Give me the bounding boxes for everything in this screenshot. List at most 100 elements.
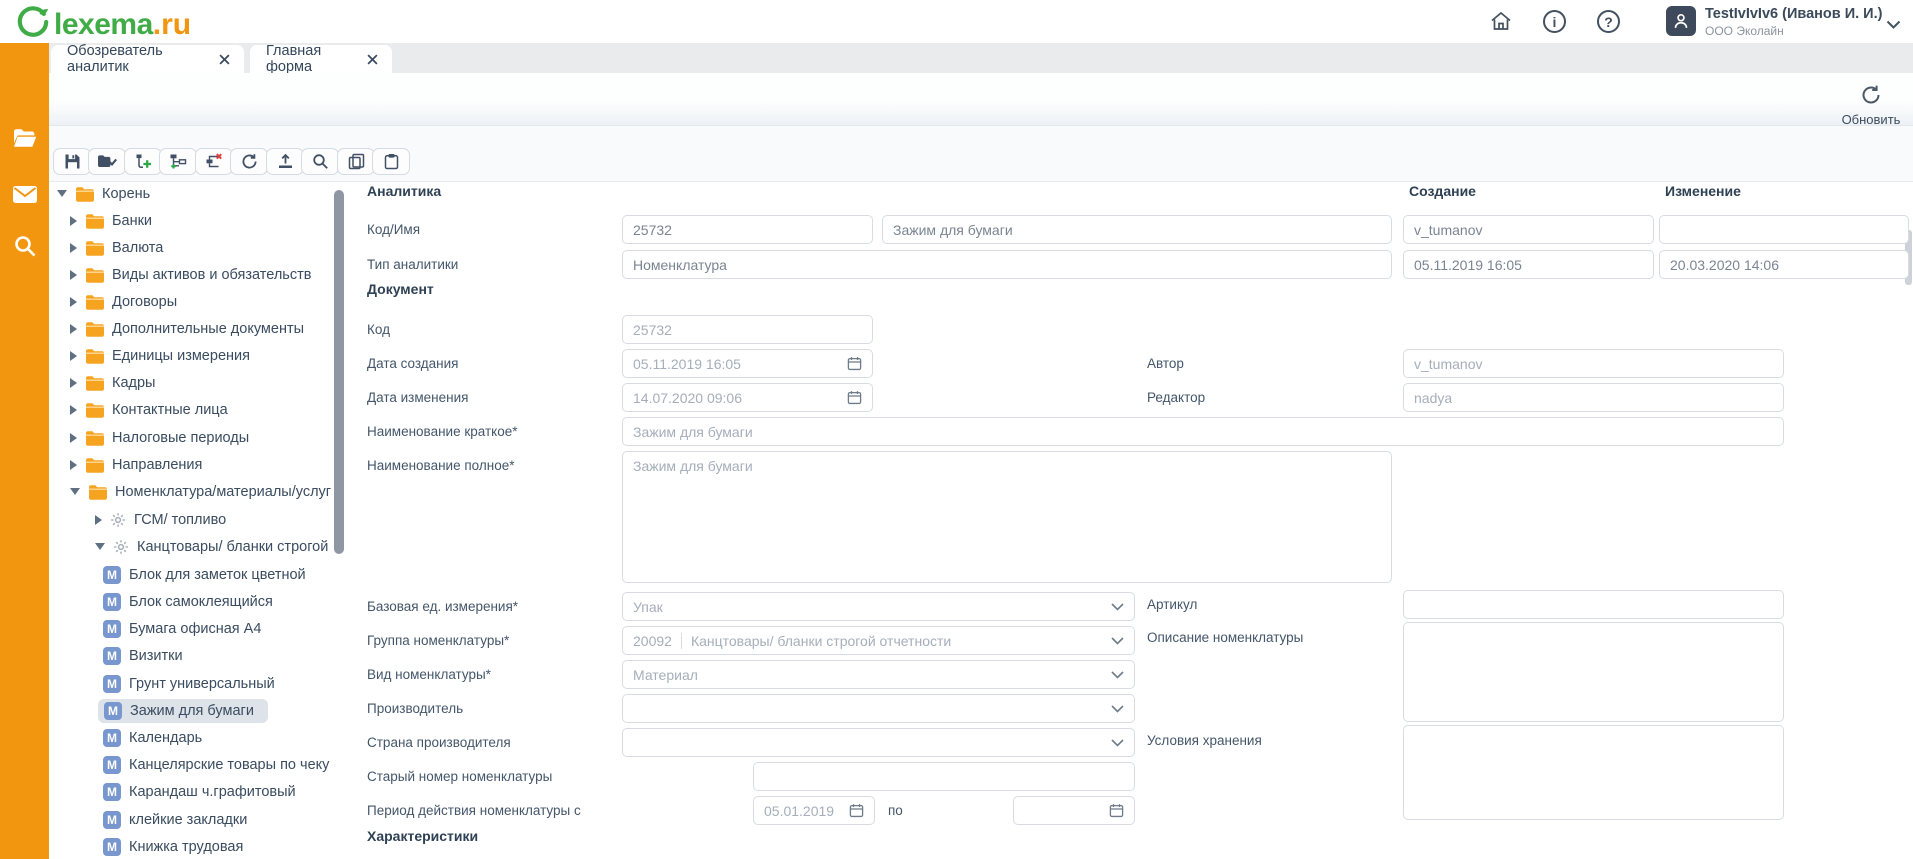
home-icon[interactable] bbox=[1489, 10, 1513, 37]
chevron-expanded-icon[interactable] bbox=[70, 488, 80, 495]
tree-item[interactable]: Канцтовары/ бланки строгой отчетн bbox=[49, 533, 332, 560]
search-icon[interactable] bbox=[0, 234, 49, 258]
chevron-down-icon bbox=[1111, 705, 1124, 713]
chevron-expanded-icon[interactable] bbox=[95, 543, 105, 550]
close-icon[interactable] bbox=[367, 54, 378, 65]
chevron-expanded-icon[interactable] bbox=[57, 190, 67, 197]
tree-item[interactable]: Банки bbox=[49, 207, 332, 234]
mail-icon[interactable] bbox=[0, 185, 49, 204]
tree-item[interactable]: MКалендарь bbox=[49, 724, 332, 751]
avatar[interactable] bbox=[1666, 6, 1696, 36]
tree-item[interactable]: ГСМ/ топливо bbox=[49, 506, 332, 533]
chevron-collapsed-icon[interactable] bbox=[70, 324, 77, 334]
delete-node-button[interactable] bbox=[195, 148, 233, 175]
logo[interactable]: lexema.ru bbox=[16, 5, 191, 44]
tree-item[interactable]: Кадры bbox=[49, 369, 332, 396]
chevron-down-icon[interactable] bbox=[1886, 16, 1901, 34]
article-input[interactable] bbox=[1403, 590, 1784, 619]
tree-item-selected[interactable]: MЗажим для бумаги bbox=[49, 697, 332, 724]
full-name-textarea[interactable]: Зажим для бумаги bbox=[622, 451, 1392, 583]
user-name[interactable]: TestIvIvIv6 (Иванов И. И.) bbox=[1705, 6, 1882, 22]
short-name-input[interactable]: Зажим для бумаги bbox=[622, 417, 1784, 446]
manufacturer-select[interactable] bbox=[622, 694, 1135, 723]
tree-item[interactable]: Единицы измерения bbox=[49, 342, 332, 369]
doc-code-input[interactable]: 25732 bbox=[622, 315, 873, 344]
group-label: Группа номенклатуры* bbox=[367, 633, 509, 648]
search-tree-button[interactable] bbox=[301, 148, 339, 175]
analytics-type-input[interactable]: Номенклатура bbox=[622, 250, 1392, 279]
tab-main-form[interactable]: Главная форма bbox=[250, 45, 392, 73]
chevron-collapsed-icon[interactable] bbox=[70, 243, 77, 253]
code-input[interactable]: 25732 bbox=[622, 215, 873, 244]
tree-item[interactable]: Направления bbox=[49, 451, 332, 478]
chevron-collapsed-icon[interactable] bbox=[70, 297, 77, 307]
chevron-collapsed-icon[interactable] bbox=[95, 515, 102, 525]
folder-open-icon[interactable] bbox=[0, 127, 49, 149]
kind-select[interactable]: Материал bbox=[622, 660, 1135, 689]
add-node-button[interactable] bbox=[124, 148, 162, 175]
tree-item[interactable]: Дополнительные документы bbox=[49, 315, 332, 342]
tree-item[interactable]: MБумага офисная А4 bbox=[49, 615, 332, 642]
tree-item[interactable]: MБлок для заметок цветной bbox=[49, 561, 332, 588]
analytics-tree: Корень Банки Валюта Виды активов и обяза… bbox=[49, 182, 332, 859]
name-input[interactable]: Зажим для бумаги bbox=[882, 215, 1392, 244]
save-button[interactable] bbox=[53, 148, 91, 175]
tree-item[interactable]: Налоговые периоды bbox=[49, 424, 332, 451]
group-select[interactable]: 20092Канцтовары/ бланки строгой отчетнос… bbox=[622, 626, 1135, 655]
chevron-collapsed-icon[interactable] bbox=[70, 351, 77, 361]
tree-item[interactable]: MГрунт универсальный bbox=[49, 670, 332, 697]
refresh-button[interactable]: Обновить bbox=[1833, 84, 1909, 127]
chevron-collapsed-icon[interactable] bbox=[70, 433, 77, 443]
tree-item[interactable]: MБлок самоклеящийся bbox=[49, 588, 332, 615]
confirm-button[interactable] bbox=[88, 148, 126, 175]
date-modified-input[interactable]: 14.07.2020 09:06 bbox=[622, 383, 873, 412]
refresh-tree-button[interactable] bbox=[230, 148, 268, 175]
tree-item[interactable]: Виды активов и обязательств bbox=[49, 261, 332, 288]
info-icon[interactable]: i bbox=[1543, 10, 1566, 33]
calendar-icon[interactable] bbox=[847, 356, 862, 371]
tree-item[interactable]: Mклейкие закладки bbox=[49, 806, 332, 833]
period-from-input[interactable]: 05.01.2019 bbox=[753, 796, 875, 825]
created-user-input[interactable]: v_tumanov bbox=[1403, 215, 1654, 244]
chevron-collapsed-icon[interactable] bbox=[70, 460, 77, 470]
close-icon[interactable] bbox=[219, 54, 230, 65]
help-icon[interactable]: ? bbox=[1597, 10, 1620, 33]
tree-item[interactable]: Корень bbox=[49, 182, 332, 207]
old-number-input[interactable] bbox=[753, 762, 1135, 791]
chevron-collapsed-icon[interactable] bbox=[70, 405, 77, 415]
import-button[interactable] bbox=[266, 148, 304, 175]
calendar-icon[interactable] bbox=[1109, 803, 1124, 818]
chevron-collapsed-icon[interactable] bbox=[70, 378, 77, 388]
paste-button[interactable] bbox=[372, 148, 410, 175]
country-select[interactable] bbox=[622, 728, 1135, 757]
calendar-icon[interactable] bbox=[847, 390, 862, 405]
tree-item[interactable]: Валюта bbox=[49, 234, 332, 261]
description-textarea[interactable] bbox=[1403, 622, 1784, 722]
left-rail bbox=[0, 43, 49, 859]
author-input[interactable]: v_tumanov bbox=[1403, 349, 1784, 378]
copy-button[interactable] bbox=[337, 148, 375, 175]
base-unit-select[interactable]: Упак bbox=[622, 592, 1135, 621]
tree-item[interactable]: Договоры bbox=[49, 288, 332, 315]
calendar-icon[interactable] bbox=[849, 803, 864, 818]
date-created-input[interactable]: 05.11.2019 16:05 bbox=[622, 349, 873, 378]
tree-scrollbar-thumb[interactable] bbox=[334, 190, 344, 554]
chevron-collapsed-icon[interactable] bbox=[70, 270, 77, 280]
modified-user-input[interactable] bbox=[1659, 215, 1909, 244]
modified-date-input[interactable]: 20.03.2020 14:06 bbox=[1659, 250, 1909, 279]
logo-text: lexema bbox=[54, 8, 153, 42]
tree-item[interactable]: MКанцелярские товары по чеку bbox=[49, 751, 332, 778]
period-to-input[interactable] bbox=[1013, 796, 1135, 825]
storage-textarea[interactable] bbox=[1403, 725, 1784, 820]
tree-item[interactable]: MКнижка трудовая bbox=[49, 833, 332, 859]
chevron-collapsed-icon[interactable] bbox=[70, 216, 77, 226]
tree-item[interactable]: MВизитки bbox=[49, 642, 332, 669]
tree-item[interactable]: Контактные лица bbox=[49, 396, 332, 423]
tab-analytics-explorer[interactable]: Обозреватель аналитик bbox=[51, 45, 244, 73]
author-label: Автор bbox=[1147, 356, 1184, 371]
add-child-node-button[interactable] bbox=[159, 148, 197, 175]
tree-item[interactable]: MКарандаш ч.графитовый bbox=[49, 778, 332, 805]
editor-input[interactable]: nadya bbox=[1403, 383, 1784, 412]
tree-item[interactable]: Номенклатура/материалы/услуги bbox=[49, 478, 332, 505]
created-date-input[interactable]: 05.11.2019 16:05 bbox=[1403, 250, 1654, 279]
